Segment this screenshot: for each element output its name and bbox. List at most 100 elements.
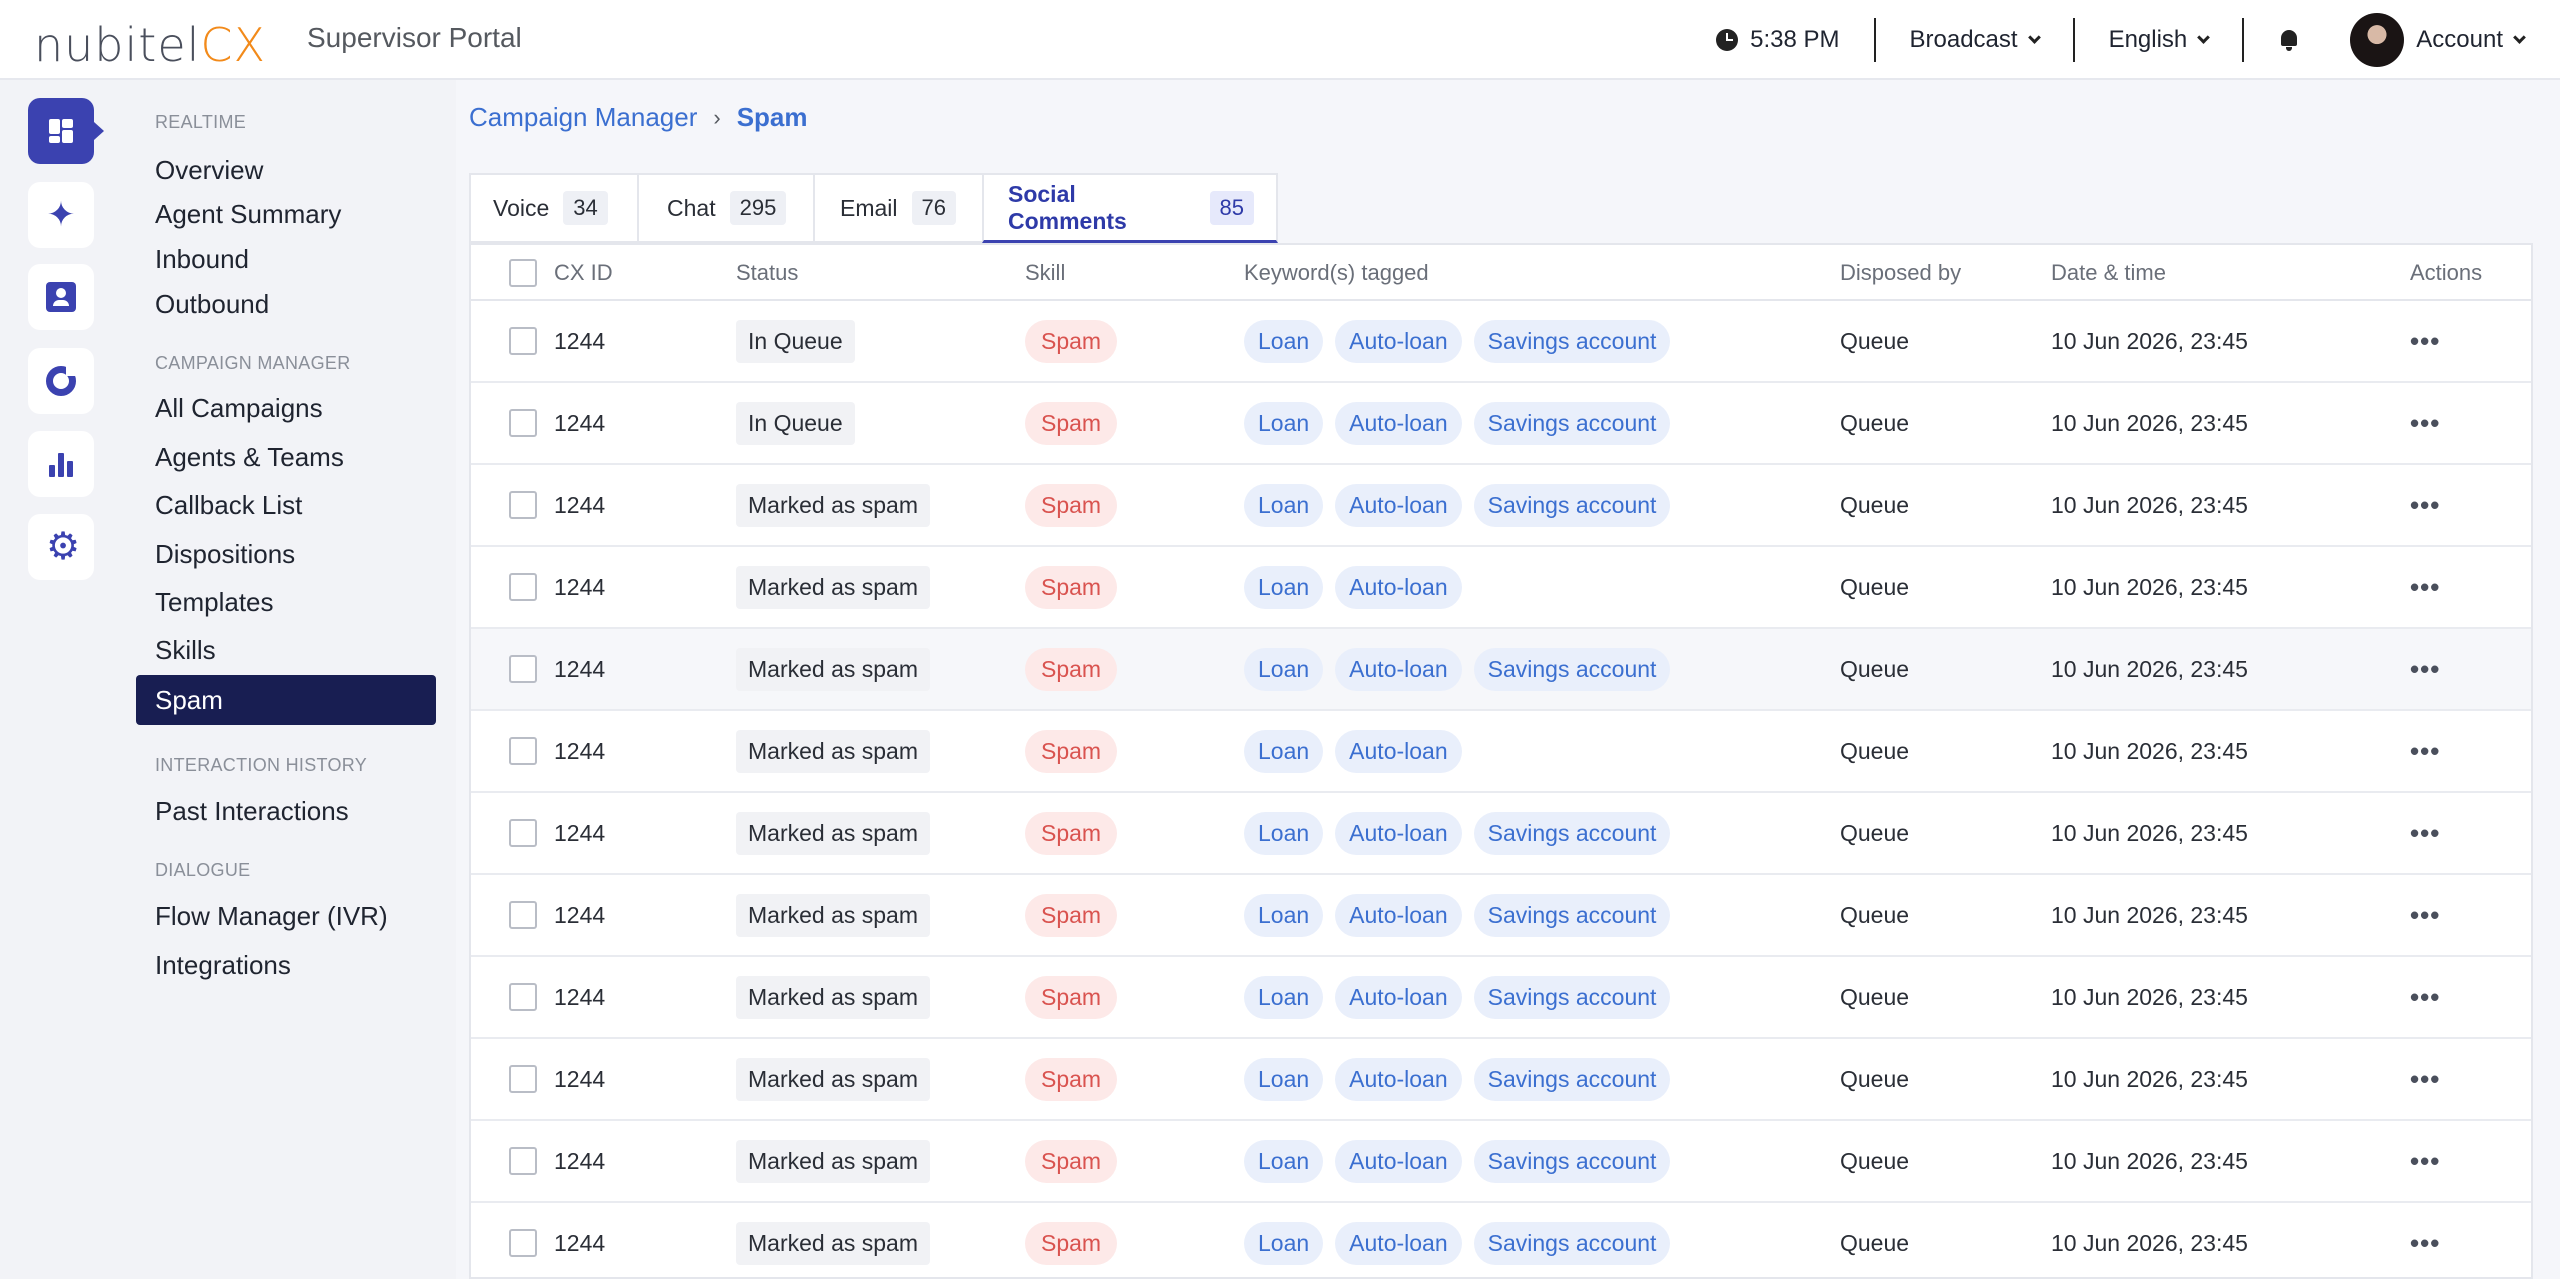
rail-ai[interactable]: ✦ <box>28 182 94 248</box>
brand-logo[interactable]: nubitelCX <box>34 18 266 72</box>
row-checkbox[interactable] <box>509 655 537 683</box>
table-row[interactable]: 1244 In Queue Spam Loan Auto-loan Savings acc… <box>471 301 2531 383</box>
keyword-tags: Loan Auto-loan <box>1244 565 1462 609</box>
table-row[interactable]: 1244 Marked as spam Spam Loan Auto-loan Queue… <box>471 547 2531 629</box>
nav-item-past-interactions[interactable]: Past Interactions <box>155 796 349 827</box>
col-status[interactable]: Status <box>736 245 798 301</box>
nav-item-inbound[interactable]: Inbound <box>155 244 249 275</box>
nav-item-spam[interactable]: Spam <box>136 675 436 725</box>
nav-item-overview[interactable]: Overview <box>155 155 263 186</box>
row-select-cell <box>509 383 537 463</box>
nav-item-dispositions[interactable]: Dispositions <box>155 539 295 570</box>
row-checkbox[interactable] <box>509 1147 537 1175</box>
row-actions-button[interactable]: ••• <box>2410 629 2440 709</box>
rail-dashboard[interactable] <box>28 98 104 164</box>
breadcrumb-campaign-manager[interactable]: Campaign Manager <box>469 102 697 133</box>
row-checkbox[interactable] <box>509 409 537 437</box>
table-row[interactable]: 1244 Marked as spam Spam Loan Auto-loan Savin… <box>471 629 2531 711</box>
nav-item-agents-teams[interactable]: Agents & Teams <box>155 442 344 473</box>
tab-voice[interactable]: Voice 34 <box>469 173 637 243</box>
row-actions-button[interactable]: ••• <box>2410 957 2440 1037</box>
col-keywords[interactable]: Keyword(s) tagged <box>1244 245 1429 301</box>
nav-item-templates[interactable]: Templates <box>155 587 274 618</box>
language-label: English <box>2108 26 2188 53</box>
nav-item-callback-list[interactable]: Callback List <box>155 490 302 521</box>
table-row[interactable]: 1244 Marked as spam Spam Loan Auto-loan Savin… <box>471 1039 2531 1121</box>
keyword-tag: Savings account <box>1473 647 1671 691</box>
row-checkbox[interactable] <box>509 327 537 355</box>
nav-section-label: DIALOGUE <box>155 860 251 880</box>
nav-item-agent-summary[interactable]: Agent Summary <box>155 199 341 230</box>
tab-count: 295 <box>729 191 787 225</box>
cx-id: 1244 <box>554 491 606 518</box>
row-select-cell <box>509 1203 537 1277</box>
language-dropdown[interactable]: English <box>2075 18 2243 62</box>
tab-social-comments[interactable]: Social Comments 85 <box>982 173 1278 243</box>
status-badge: Marked as spam <box>736 1139 931 1183</box>
tab-chat[interactable]: Chat 295 <box>637 173 813 243</box>
skill-tag: Spam <box>1025 1221 1118 1265</box>
status-cell: Marked as spam <box>736 1121 931 1201</box>
col-date-time[interactable]: Date & time <box>2051 245 2166 301</box>
row-select-cell <box>509 547 537 627</box>
keyword-tag: Loan <box>1244 811 1324 855</box>
row-actions-button[interactable]: ••• <box>2410 301 2440 381</box>
row-actions-button[interactable]: ••• <box>2410 465 2440 545</box>
clock: 5:38 PM <box>1682 18 1873 62</box>
row-checkbox[interactable] <box>509 819 537 847</box>
row-checkbox[interactable] <box>509 491 537 519</box>
nav-item-skills[interactable]: Skills <box>155 635 216 666</box>
table-row[interactable]: 1244 Marked as spam Spam Loan Auto-loan Queue… <box>471 711 2531 793</box>
account-menu[interactable]: Account <box>2310 13 2526 67</box>
table-row[interactable]: 1244 In Queue Spam Loan Auto-loan Savings acc… <box>471 383 2531 465</box>
more-options-icon: ••• <box>2410 1227 2441 1258</box>
rail-analytics[interactable] <box>28 348 94 414</box>
table-row[interactable]: 1244 Marked as spam Spam Loan Auto-loan Savin… <box>471 465 2531 547</box>
row-checkbox[interactable] <box>509 901 537 929</box>
keyword-tag: Loan <box>1244 483 1324 527</box>
status-badge: Marked as spam <box>736 811 931 855</box>
row-actions-button[interactable]: ••• <box>2410 547 2440 627</box>
keyword-tag: Auto-loan <box>1335 565 1462 609</box>
ring-chart-icon <box>46 366 76 396</box>
tab-email[interactable]: Email 76 <box>813 173 982 243</box>
table-row[interactable]: 1244 Marked as spam Spam Loan Auto-loan Savin… <box>471 1121 2531 1203</box>
row-checkbox[interactable] <box>509 1229 537 1257</box>
table-row[interactable]: 1244 Marked as spam Spam Loan Auto-loan Savin… <box>471 875 2531 957</box>
status-cell: Marked as spam <box>736 793 931 873</box>
row-checkbox[interactable] <box>509 737 537 765</box>
table-row[interactable]: 1244 Marked as spam Spam Loan Auto-loan Savin… <box>471 957 2531 1039</box>
row-actions-button[interactable]: ••• <box>2410 1121 2440 1201</box>
row-checkbox[interactable] <box>509 1065 537 1093</box>
disposed-by: Queue <box>1840 573 1910 600</box>
row-actions-button[interactable]: ••• <box>2410 711 2440 791</box>
rail-contacts[interactable] <box>28 264 94 330</box>
keyword-tag: Savings account <box>1473 1139 1671 1183</box>
keyword-tag: Auto-loan <box>1335 1139 1462 1183</box>
row-actions-button[interactable]: ••• <box>2410 1203 2441 1277</box>
rail-reports[interactable] <box>28 431 94 497</box>
row-checkbox[interactable] <box>509 573 537 601</box>
col-cx-id[interactable]: CX ID <box>554 245 613 301</box>
row-checkbox[interactable] <box>509 983 537 1011</box>
rail-settings[interactable]: ⚙ <box>28 514 94 580</box>
select-all-checkbox[interactable] <box>509 259 537 287</box>
row-actions-button[interactable]: ••• <box>2410 1039 2440 1119</box>
col-skill[interactable]: Skill <box>1025 245 1065 301</box>
row-actions-button[interactable]: ••• <box>2410 383 2440 463</box>
col-disposed-by[interactable]: Disposed by <box>1840 245 1961 301</box>
broadcast-dropdown[interactable]: Broadcast <box>1876 18 2073 62</box>
row-actions-button[interactable]: ••• <box>2410 875 2440 955</box>
table-row[interactable]: 1244 Marked as spam Spam Loan Auto-loan Savin… <box>471 793 2531 875</box>
status-cell: In Queue <box>736 383 855 463</box>
table-row[interactable]: 1244 Marked as spam Spam Loan Auto-loan Savin… <box>471 1203 2531 1277</box>
notifications-button[interactable] <box>2244 18 2310 62</box>
keyword-tags: Loan Auto-loan Savings account <box>1244 483 1671 527</box>
keyword-tag: Auto-loan <box>1335 729 1462 773</box>
nav-item-outbound[interactable]: Outbound <box>155 289 269 320</box>
date-time: 10 Jun 2026, 23:45 <box>2051 1229 2248 1256</box>
nav-item-flow-manager[interactable]: Flow Manager (IVR) <box>155 901 388 932</box>
row-actions-button[interactable]: ••• <box>2410 793 2440 873</box>
nav-item-integrations[interactable]: Integrations <box>155 950 291 981</box>
nav-item-all-campaigns[interactable]: All Campaigns <box>155 393 323 424</box>
